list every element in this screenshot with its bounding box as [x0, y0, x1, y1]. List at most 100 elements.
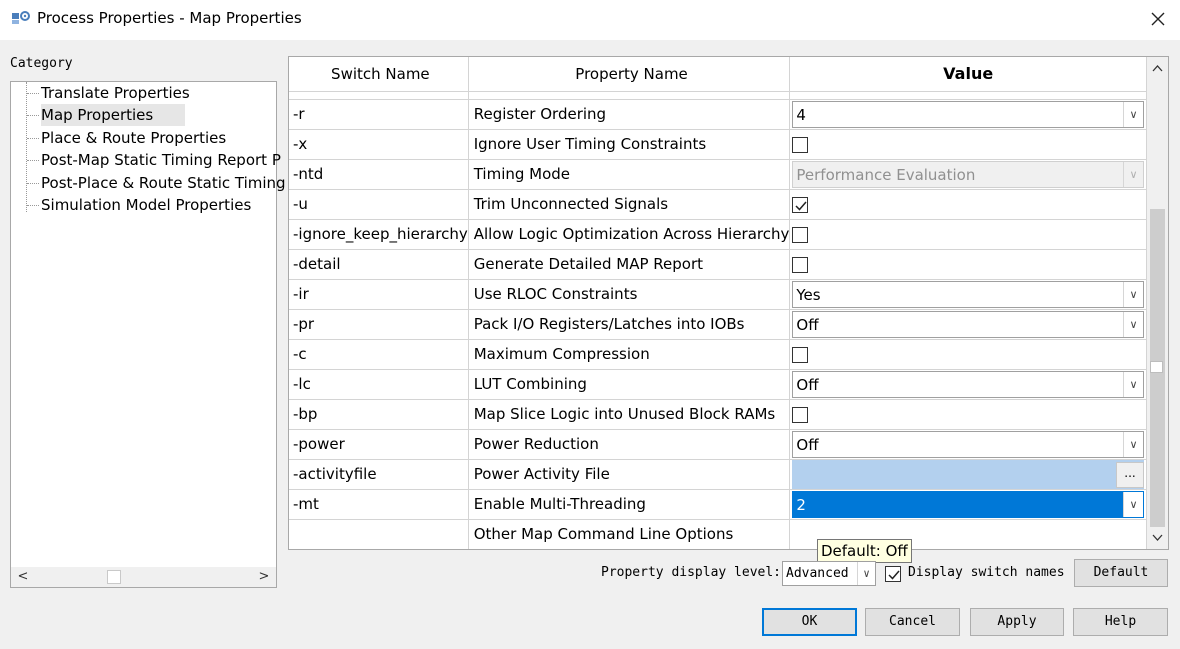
ignore-timing-checkbox[interactable] — [792, 136, 809, 153]
chevron-down-icon[interactable]: ∨ — [1123, 101, 1143, 127]
chevron-down-icon[interactable]: ∨ — [1123, 281, 1143, 307]
value-cell: Off ∨ — [789, 429, 1147, 460]
table-row[interactable]: -x Ignore User Timing Constraints — [289, 129, 1147, 160]
chevron-down-icon[interactable]: ∨ — [1123, 431, 1143, 457]
header-property-name[interactable]: Property Name — [468, 57, 791, 92]
default-value-tooltip: Default: Off — [817, 539, 912, 563]
cancel-button[interactable]: Cancel — [865, 608, 960, 636]
switch-cell: -r — [289, 99, 469, 130]
display-level-value: Advanced — [786, 566, 849, 581]
scroll-left-icon[interactable]: < — [15, 569, 31, 585]
tree-item-place-route[interactable]: Place & Route Properties — [26, 127, 226, 149]
header-switch-name[interactable]: Switch Name — [289, 57, 469, 92]
switch-cell: -bp — [289, 399, 469, 430]
property-cell: Generate Detailed MAP Report — [468, 249, 791, 280]
table-row[interactable]: -pr Pack I/O Registers/Latches into IOBs… — [289, 309, 1147, 340]
table-row[interactable]: -ntd Timing Mode Performance Evaluation … — [289, 159, 1147, 190]
value-cell — [789, 249, 1147, 280]
lut-combining-combo[interactable]: Off ∨ — [792, 370, 1144, 398]
grid-vertical-scrollbar[interactable] — [1147, 57, 1168, 549]
property-grid: Switch Name Property Name Value -r Regis… — [288, 56, 1169, 550]
table-row[interactable]: -detail Generate Detailed MAP Report — [289, 249, 1147, 280]
switch-cell: -ignore_keep_hierarchy — [289, 219, 469, 250]
scroll-up-icon[interactable] — [1150, 61, 1165, 76]
display-switch-names-label: Display switch names — [908, 565, 1065, 580]
combo-value: Performance Evaluation — [796, 165, 976, 184]
close-icon[interactable] — [1146, 7, 1170, 31]
scroll-down-icon[interactable] — [1150, 530, 1165, 545]
chevron-down-icon[interactable]: ∨ — [1123, 311, 1143, 337]
table-row[interactable]: -u Trim Unconnected Signals — [289, 189, 1147, 220]
tree-item-post-par-timing[interactable]: Post-Place & Route Static Timing — [27, 172, 286, 194]
table-row[interactable]: -bp Map Slice Logic into Unused Block RA… — [289, 399, 1147, 430]
switch-cell: -lc — [289, 369, 469, 400]
rloc-constraints-combo[interactable]: Yes ∨ — [792, 280, 1144, 308]
power-reduction-combo[interactable]: Off ∨ — [792, 430, 1144, 458]
property-table: Switch Name Property Name Value -r Regis… — [289, 57, 1147, 549]
allow-logic-opt-checkbox[interactable] — [792, 226, 809, 243]
display-level-select[interactable]: Advanced ∨ — [782, 561, 876, 586]
switch-cell: -c — [289, 339, 469, 370]
switch-cell: -pr — [289, 309, 469, 340]
scroll-thumb[interactable] — [107, 570, 121, 584]
tree-horizontal-scrollbar[interactable]: < > — [11, 567, 276, 587]
property-cell: Timing Mode — [468, 159, 791, 190]
property-cell: Power Activity File — [468, 459, 791, 490]
combo-value: Off — [796, 435, 819, 454]
checkmark-icon — [795, 201, 807, 211]
browse-button[interactable]: ... — [1116, 461, 1144, 488]
table-row[interactable]: -c Maximum Compression — [289, 339, 1147, 370]
switch-cell: -power — [289, 429, 469, 460]
category-tree[interactable]: Translate Properties Map Properties Plac… — [10, 81, 286, 588]
table-row[interactable]: -power Power Reduction Off ∨ — [289, 429, 1147, 460]
value-cell — [789, 129, 1147, 160]
register-ordering-combo[interactable]: 4 ∨ — [792, 100, 1144, 128]
header-value[interactable]: Value — [789, 57, 1147, 92]
tree-item-post-map-timing[interactable]: Post-Map Static Timing Report P — [27, 149, 281, 171]
table-row[interactable]: Other Map Command Line Options — [289, 519, 1147, 549]
ok-button[interactable]: OK — [762, 608, 857, 636]
tree-item-simulation-model[interactable]: Simulation Model Properties — [26, 194, 251, 216]
tree-item-map[interactable]: Map Properties — [26, 104, 186, 126]
combo-value: Yes — [796, 285, 821, 304]
detailed-map-report-checkbox[interactable] — [792, 256, 809, 273]
power-activity-file-field[interactable]: ... — [792, 459, 1144, 489]
table-row[interactable]: -r Register Ordering 4 ∨ — [289, 99, 1147, 130]
help-button[interactable]: Help — [1073, 608, 1168, 636]
value-cell: 2 ∨ — [789, 489, 1147, 520]
table-row[interactable]: -mt Enable Multi-Threading 2 ∨ — [289, 489, 1147, 520]
pack-io-registers-combo[interactable]: Off ∨ — [792, 310, 1144, 338]
property-cell: LUT Combining — [468, 369, 791, 400]
default-button[interactable]: Default — [1074, 559, 1168, 587]
tree-item-translate[interactable]: Translate Properties — [27, 82, 190, 104]
map-slice-bram-checkbox[interactable] — [792, 406, 809, 423]
chevron-down-icon[interactable]: ∨ — [1123, 491, 1143, 517]
chevron-down-icon[interactable]: ∨ — [1123, 371, 1143, 397]
grid-header-row: Switch Name Property Name Value — [289, 57, 1147, 92]
chevron-down-icon[interactable]: ∨ — [857, 562, 875, 585]
value-cell — [789, 189, 1147, 220]
property-cell: Ignore User Timing Constraints — [468, 129, 791, 160]
scroll-right-icon[interactable]: > — [256, 569, 272, 585]
category-label: Category — [10, 56, 73, 71]
multi-threading-combo[interactable]: 2 ∨ — [792, 490, 1144, 518]
table-row[interactable]: -ignore_keep_hierarchy Allow Logic Optim… — [289, 219, 1147, 250]
max-compression-checkbox[interactable] — [792, 346, 809, 363]
value-cell: 4 ∨ — [789, 99, 1147, 130]
value-cell: Off ∨ — [789, 309, 1147, 340]
table-row[interactable]: -lc LUT Combining Off ∨ — [289, 369, 1147, 400]
value-cell — [789, 399, 1147, 430]
combo-value: 4 — [796, 105, 806, 124]
trim-unconnected-checkbox[interactable] — [792, 196, 809, 213]
partial-cell — [289, 91, 469, 100]
switch-cell: -u — [289, 189, 469, 220]
partial-cell — [789, 91, 1147, 100]
value-cell: ... — [789, 459, 1147, 490]
switch-cell: -detail — [289, 249, 469, 280]
value-cell — [789, 339, 1147, 370]
apply-button[interactable]: Apply — [970, 608, 1064, 636]
table-row[interactable]: -ir Use RLOC Constraints Yes ∨ — [289, 279, 1147, 310]
display-switch-names-checkbox[interactable] — [885, 566, 901, 582]
table-row[interactable]: -activityfile Power Activity File ... — [289, 459, 1147, 490]
switch-cell: -x — [289, 129, 469, 160]
